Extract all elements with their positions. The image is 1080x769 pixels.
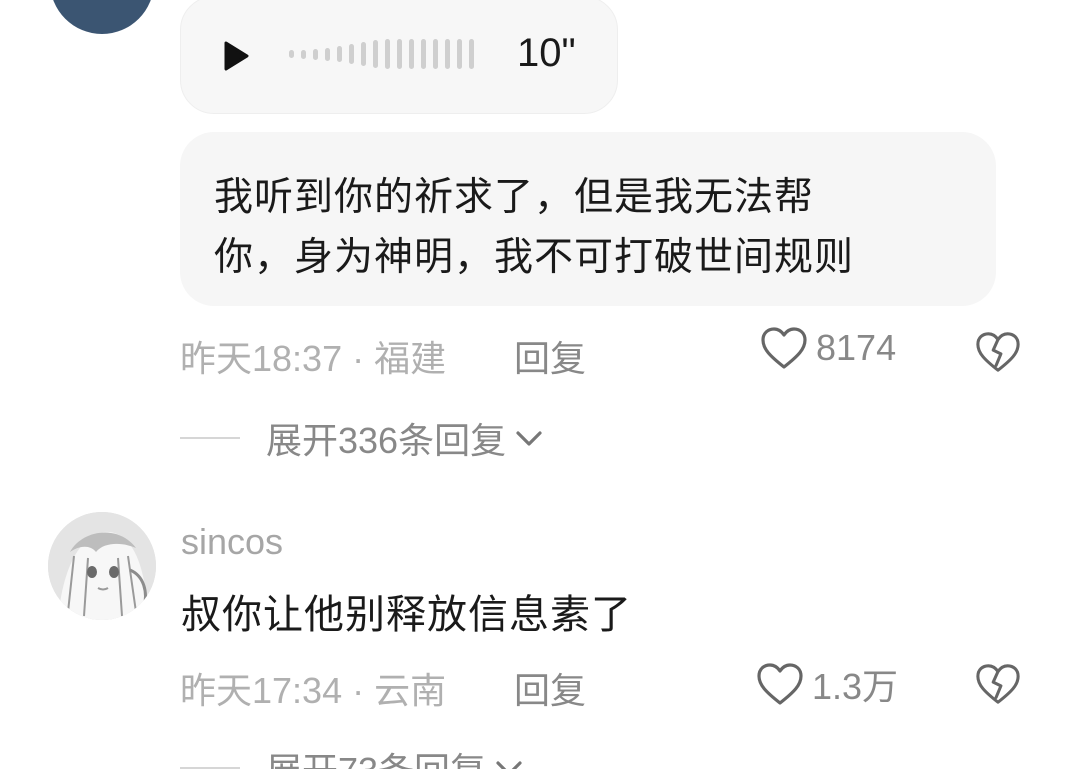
- waveform: [289, 37, 474, 71]
- comment-text: 叔你让他别释放信息素了: [181, 592, 632, 638]
- comment-time-location: 昨天17:34 · 云南: [180, 670, 447, 711]
- avatar[interactable]: [48, 512, 156, 620]
- expand-replies-label: 展开73条回复: [266, 742, 486, 769]
- avatar[interactable]: [50, 0, 154, 34]
- voice-duration: 10": [517, 31, 576, 75]
- expand-replies[interactable]: 展开73条回复: [180, 742, 524, 769]
- reply-button[interactable]: 回复: [514, 330, 586, 382]
- reply-button[interactable]: 回复: [514, 662, 586, 714]
- like-button[interactable]: 8174: [760, 326, 896, 370]
- heart-icon: [757, 663, 803, 705]
- like-count: 1.3万: [812, 666, 899, 707]
- like-count: 8174: [816, 327, 897, 368]
- play-icon[interactable]: [223, 41, 249, 71]
- voice-message[interactable]: 10": [180, 0, 618, 114]
- comment-text-bubble: 我听到你的祈求了，但是我无法帮 你，身为神明，我不可打破世间规则: [180, 132, 996, 306]
- comment-meta: 昨天17:34 · 云南 回复 1.3万: [180, 658, 1030, 711]
- comment-meta: 昨天18:37 · 福建 回复 8174: [180, 326, 1030, 379]
- expand-replies[interactable]: 展开336条回复: [180, 412, 544, 464]
- like-button[interactable]: 1.3万: [756, 658, 898, 710]
- username[interactable]: sincos: [181, 521, 283, 563]
- broken-heart-icon[interactable]: [975, 662, 1021, 706]
- avatar-image: [48, 512, 156, 620]
- heart-icon: [761, 327, 807, 369]
- comment-list: 10" 我听到你的祈求了，但是我无法帮 你，身为神明，我不可打破世间规则 昨天1…: [0, 0, 1080, 769]
- comment-text-line: 你，身为神明，我不可打破世间规则: [214, 235, 855, 280]
- expand-replies-label: 展开336条回复: [266, 420, 507, 461]
- comment-time-location: 昨天18:37 · 福建: [180, 338, 447, 379]
- broken-heart-icon[interactable]: [975, 330, 1021, 374]
- divider: [180, 437, 240, 439]
- chevron-down-icon: [516, 431, 542, 446]
- comment-text-line: 我听到你的祈求了，但是我无法帮: [214, 175, 815, 220]
- chevron-down-icon: [496, 761, 522, 769]
